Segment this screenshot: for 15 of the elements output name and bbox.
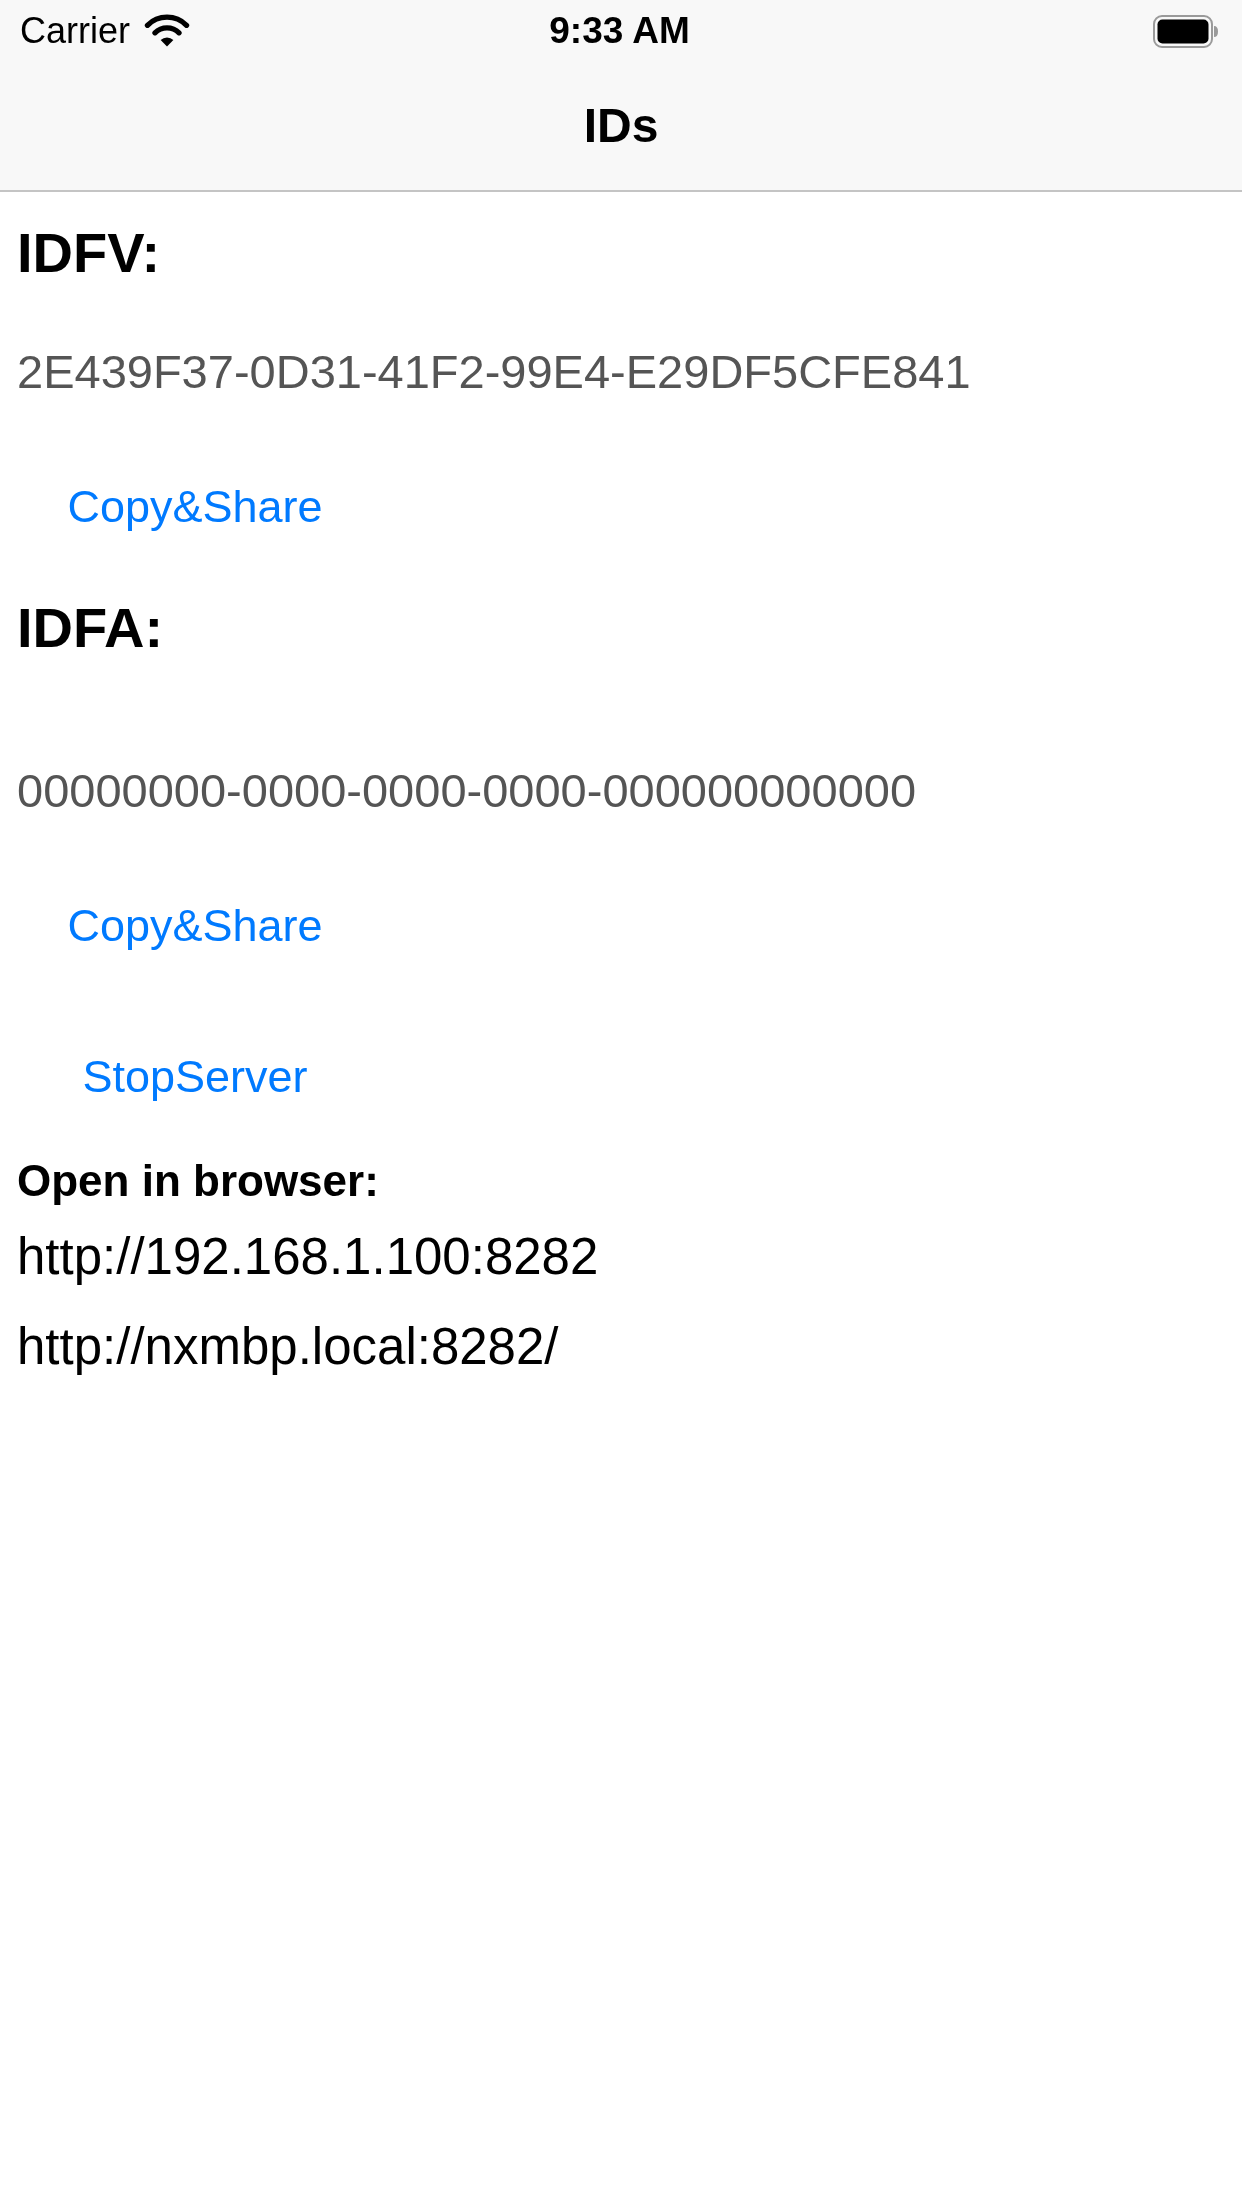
url-text: http://192.168.1.100:8282 (17, 1227, 599, 1287)
id-value: 00000000-0000-0000-0000-000000000000 (17, 763, 917, 819)
browser-label: Open in browser: (17, 1155, 379, 1207)
wifi-icon (144, 14, 190, 48)
id-value: 2E439F37-0D31-41F2-99E4-E29DF5CFE841 (17, 344, 971, 400)
copy-share-button[interactable]: Copy&Share (61, 896, 329, 956)
battery-icon (1153, 14, 1219, 48)
nav-title: IDs (583, 98, 659, 154)
section-heading: IDFV: (17, 220, 161, 286)
copy-share-button[interactable]: Copy&Share (61, 477, 329, 537)
carrier-label: Carrier (20, 9, 130, 53)
url-text: http://nxmbp.local:8282/ (17, 1317, 559, 1377)
stop-server-button[interactable]: StopServer (76, 1047, 314, 1107)
section-heading: IDFA: (17, 595, 164, 661)
status-time: 9:33 AM (549, 9, 690, 53)
